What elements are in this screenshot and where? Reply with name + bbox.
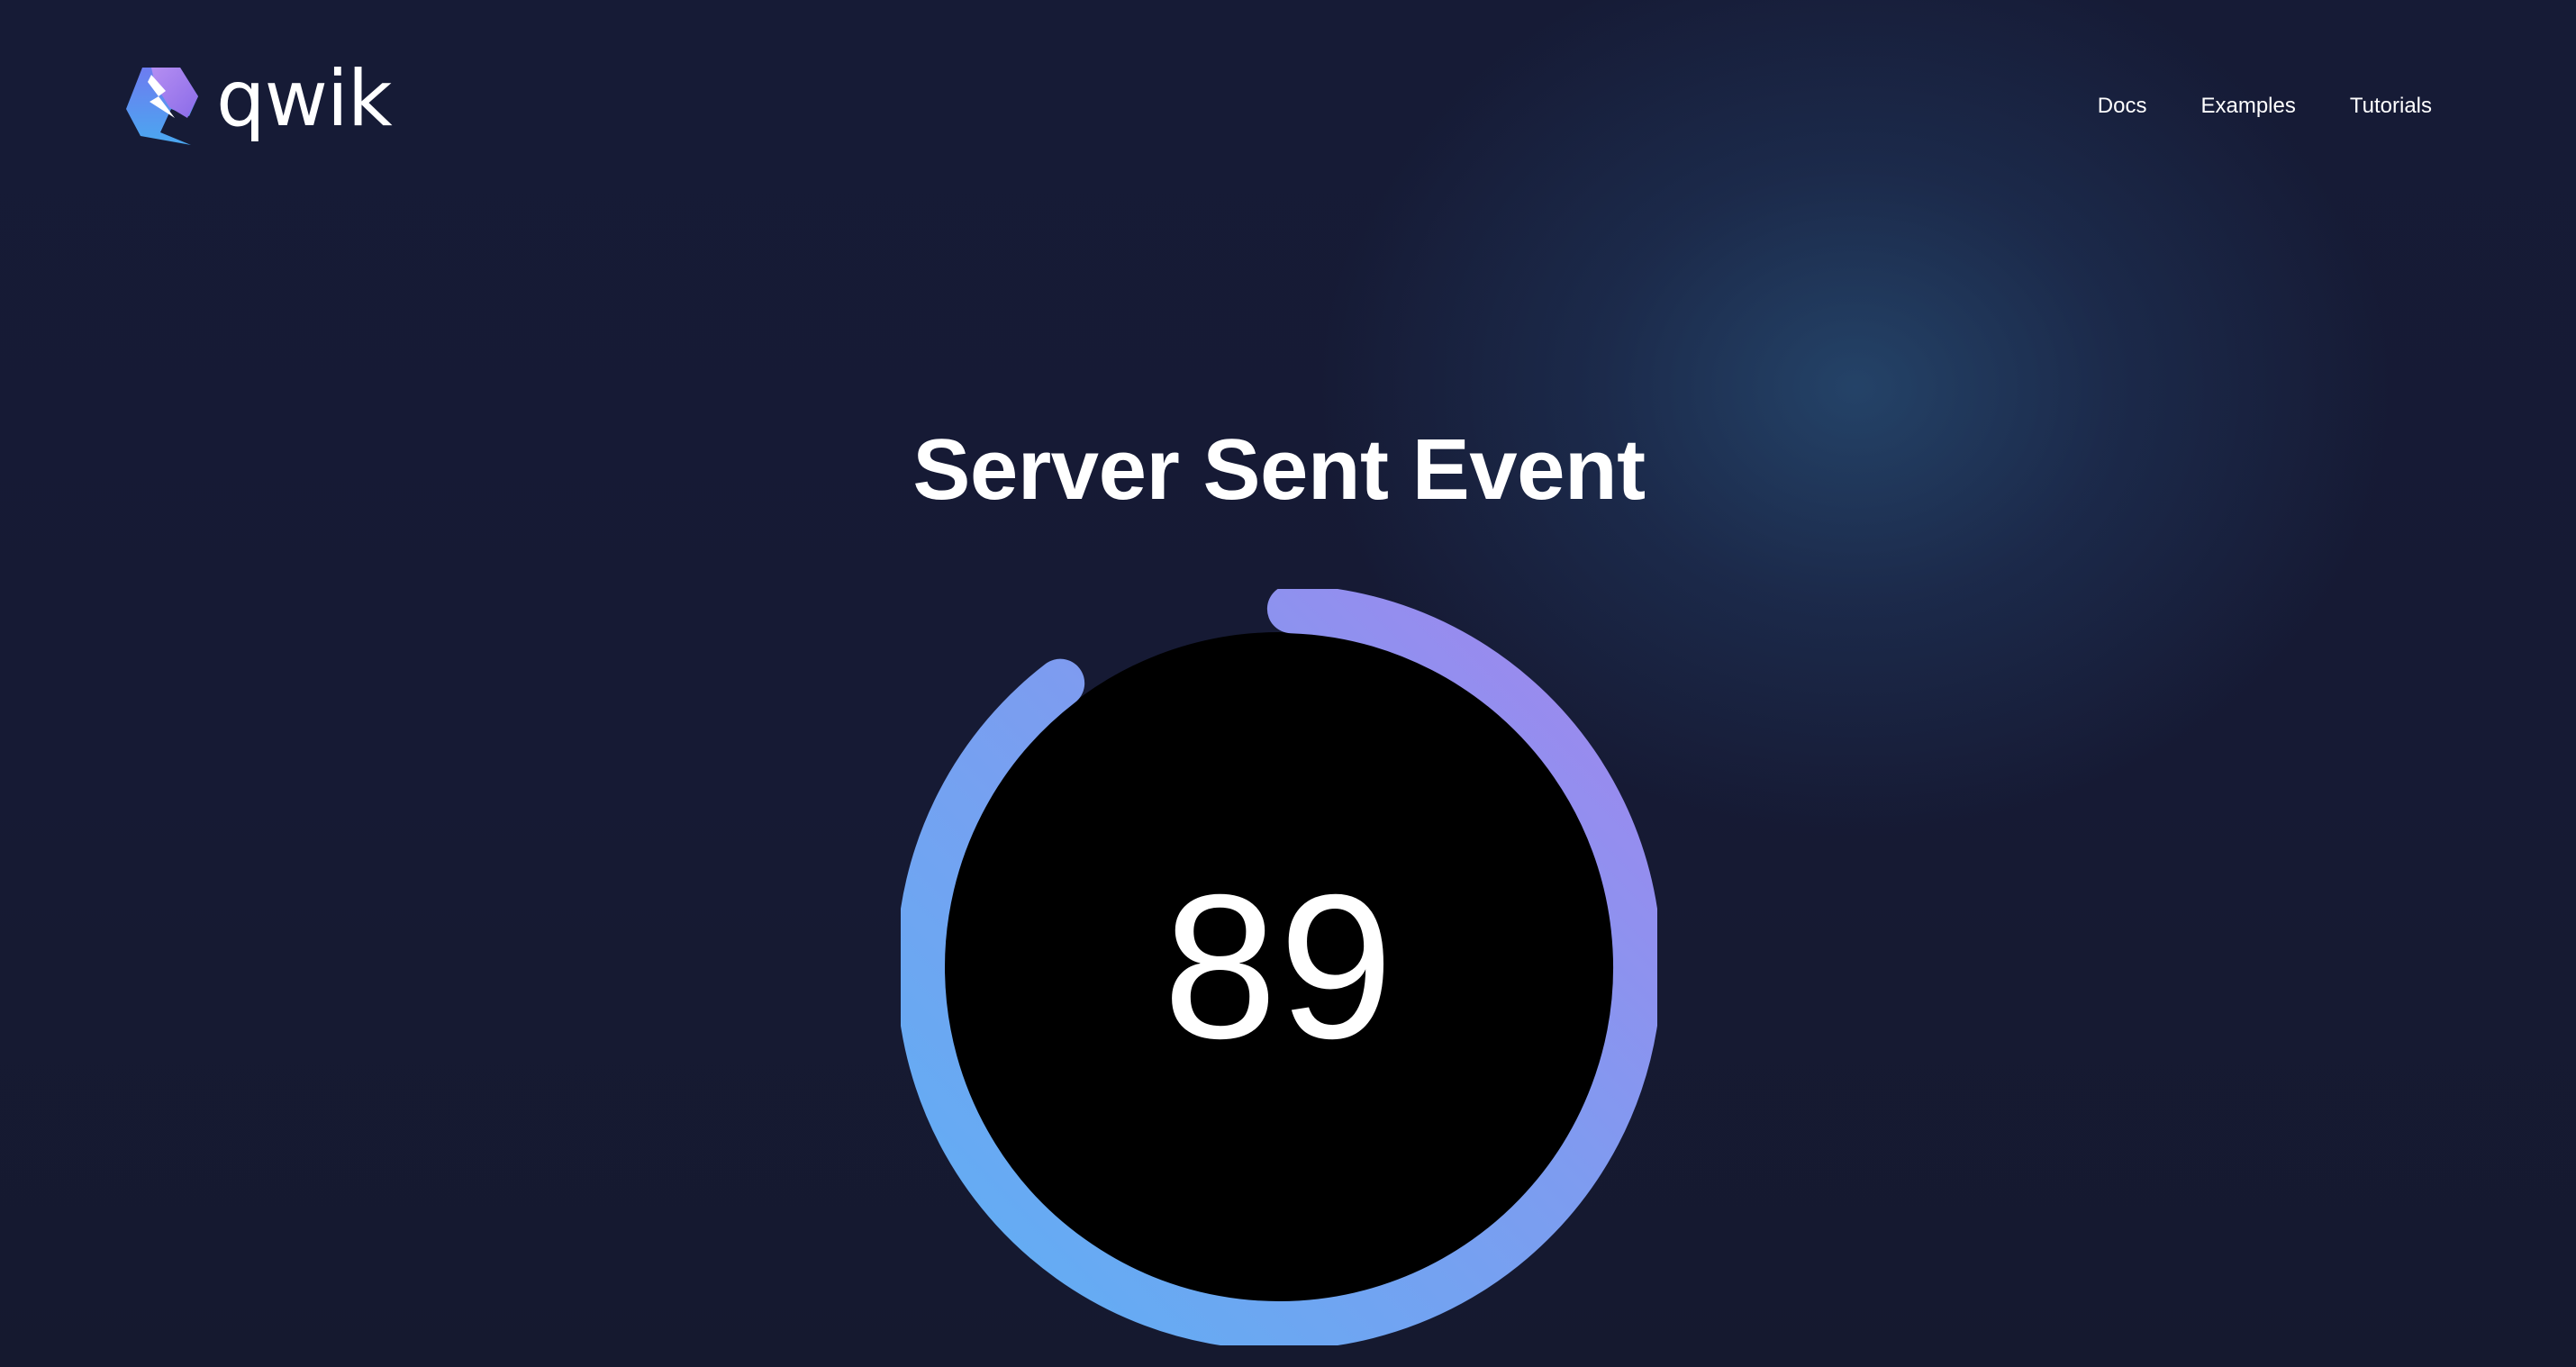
top-nav: Docs Examples Tutorials (2098, 90, 2432, 122)
gauge-value: 89 (1163, 852, 1395, 1082)
nav-examples-link[interactable]: Examples (2200, 90, 2295, 122)
progress-gauge: 89 (901, 589, 1657, 1345)
qwik-logo-icon (126, 68, 198, 145)
nav-tutorials-link[interactable]: Tutorials (2350, 90, 2432, 122)
qwik-logo-link[interactable]: qwik (124, 54, 393, 149)
brand-name: qwik (216, 54, 393, 144)
page-title: Server Sent Event (912, 421, 1646, 518)
site-header: qwik Docs Examples Tutorials (0, 0, 2576, 207)
nav-docs-link[interactable]: Docs (2098, 90, 2147, 122)
